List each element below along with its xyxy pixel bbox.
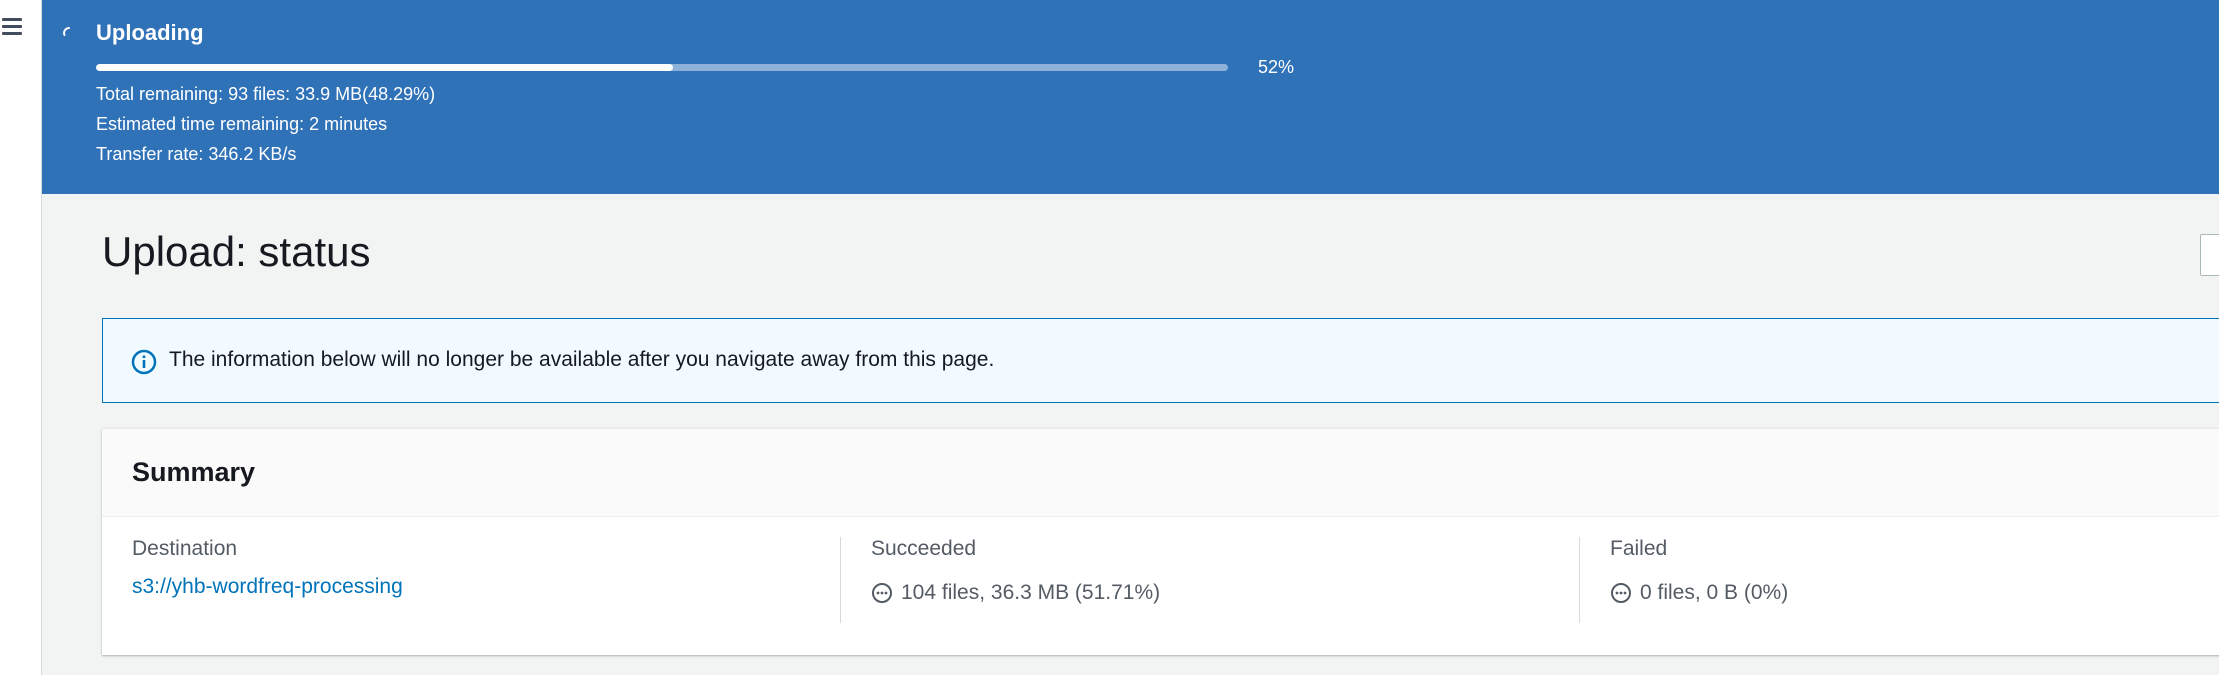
failed-column: Failed 0 files, 0 B (0%) <box>1610 537 2210 623</box>
destination-label: Destination <box>132 537 238 560</box>
progress-percentage: 52% <box>1258 57 1295 77</box>
summary-header: Summary <box>102 429 2219 517</box>
upload-progress-banner: Uploading 52% Total remaining: 93 files:… <box>42 0 2219 194</box>
total-remaining-text: Total remaining: 93 files: 33.9 MB(48.29… <box>96 84 436 104</box>
info-icon <box>131 349 157 375</box>
succeeded-value: 104 files, 36.3 MB (51.71%) <box>871 581 1160 605</box>
transfer-rate-text: Transfer rate: 346.2 KB/s <box>96 144 297 164</box>
side-navigation-rail <box>0 0 42 675</box>
loading-spinner-icon <box>63 27 70 36</box>
summary-title: Summary <box>132 457 256 487</box>
hamburger-menu-icon[interactable] <box>2 16 24 36</box>
column-divider <box>1579 537 1580 623</box>
estimated-time-text: Estimated time remaining: 2 minutes <box>96 114 388 134</box>
info-alert-text: The information below will no longer be … <box>169 348 995 371</box>
failed-value: 0 files, 0 B (0%) <box>1610 581 1788 605</box>
failed-value-text: 0 files, 0 B (0%) <box>1640 581 1789 604</box>
in-progress-icon <box>872 583 892 603</box>
info-alert: The information below will no longer be … <box>102 318 2219 403</box>
succeeded-label: Succeeded <box>871 537 977 560</box>
succeeded-column: Succeeded 104 files, 36.3 MB (51.71%) <box>871 537 1561 623</box>
header-action-button[interactable] <box>2200 234 2219 276</box>
destination-column: Destination s3://yhb-wordfreq-processing <box>132 537 822 623</box>
in-progress-icon <box>1611 583 1631 603</box>
destination-link[interactable]: s3://yhb-wordfreq-processing <box>132 575 403 599</box>
banner-title: Uploading <box>96 20 204 45</box>
upload-progress-fill <box>96 64 674 71</box>
failed-label: Failed <box>1610 537 1668 560</box>
page-title: Upload: status <box>102 228 371 275</box>
succeeded-value-text: 104 files, 36.3 MB (51.71%) <box>901 581 1161 604</box>
upload-progress-bar <box>96 64 1228 71</box>
summary-container: Summary Destination s3://yhb-wordfreq-pr… <box>102 428 2219 655</box>
column-divider <box>840 537 841 623</box>
